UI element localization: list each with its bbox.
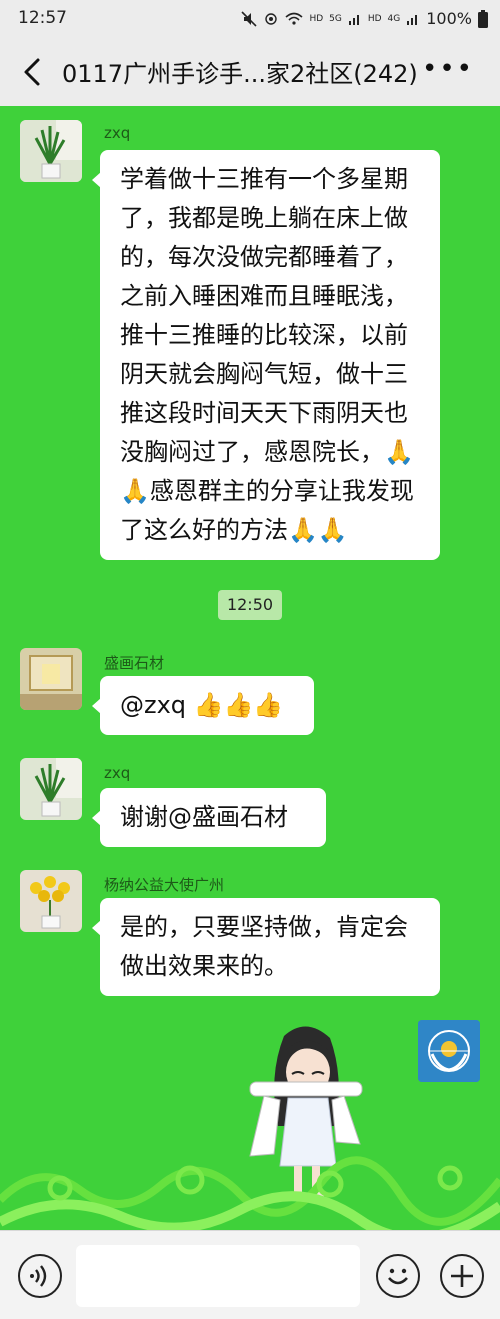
sender-name: 杨纳公益大使广州 [104,876,225,894]
chat-title[interactable]: 0117广州手诊手...家2社区(242) [62,54,418,89]
voice-icon [30,1265,47,1287]
hd-label-2: HD [367,13,382,24]
input-bar [0,1230,500,1319]
avatar[interactable] [20,870,82,932]
signal-icon [348,14,359,25]
emoji-button[interactable] [376,1254,420,1298]
wifi-icon [285,12,303,25]
network-4g-label: 4G [387,13,401,24]
more-dots-icon[interactable]: ••• [422,54,474,84]
message-bubble[interactable]: 学着做十三推有一个多星期 了，我都是晚上躺在床上做 的，每次没做完都睡着了， 之… [92,150,440,560]
sender-name: zxq [104,124,131,142]
avatar[interactable] [418,1020,480,1082]
battery-icon [478,9,488,28]
chevron-left-icon[interactable] [14,52,54,92]
avatar[interactable] [20,648,82,710]
message-text: 是的，只要坚持做，肯定会 做出效果来的。 [120,913,408,980]
status-time: 12:57 [18,8,67,28]
message-bubble[interactable]: 是的，只要坚持做，肯定会 做出效果来的。 [92,898,440,996]
status-bar: 12:57 HD 5G HD 4G 100% [0,0,500,38]
message-text: @zxq 👍👍👍 [120,691,284,719]
smiley-icon [388,1268,408,1285]
battery-percent: 100% [426,9,472,28]
message-bubble[interactable]: 谢谢@盛画石材 [92,788,326,847]
message-text: 学着做十三推有一个多星期 了，我都是晚上躺在床上做 的，每次没做完都睡着了， 之… [120,165,414,544]
chat-header: 0117广州手诊手...家2社区(242) ••• [0,38,500,106]
message-input[interactable] [76,1245,360,1307]
avatar[interactable] [20,120,82,182]
mute-icon [241,10,258,27]
avatar[interactable] [20,758,82,820]
signal-icon-2 [407,14,418,25]
plus-icon [451,1265,473,1287]
decorative-border [0,1156,500,1230]
network-5g-label: 5G [329,13,342,24]
message-text: 谢谢@盛画石材 [120,803,288,831]
sender-name: 盛画石材 [104,654,165,672]
hotspot-icon [265,12,278,25]
more-options-button[interactable] [440,1254,484,1298]
status-icons: HD 5G HD 4G 100% [241,9,488,28]
emblem-icon [418,1020,480,1082]
hd-label: HD [309,13,324,24]
timestamp-badge: 12:50 [218,590,282,620]
sender-name: zxq [104,764,131,782]
voice-input-button[interactable] [18,1254,62,1298]
chat-area[interactable]: zxq 学着做十三推有一个多星期 了，我都是晚上躺在床上做 的，每次没做完都睡着… [0,106,500,1230]
message-bubble[interactable]: @zxq 👍👍👍 [92,676,314,735]
